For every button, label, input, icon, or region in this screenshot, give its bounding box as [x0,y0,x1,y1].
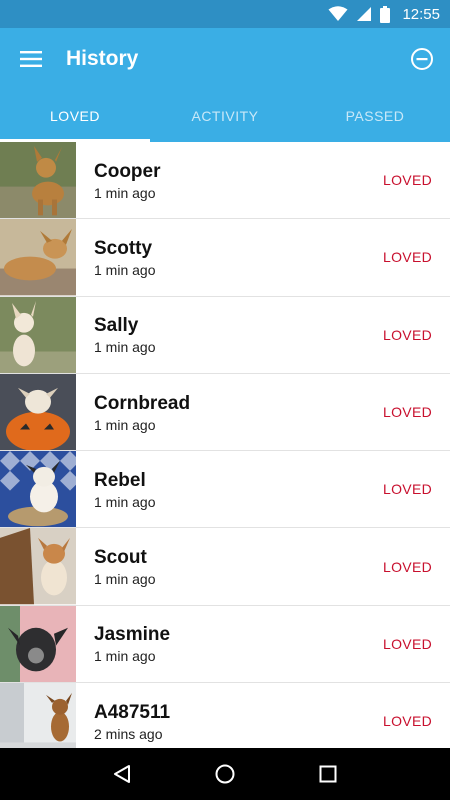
dog-photo [0,528,76,605]
status-label: LOVED [383,326,432,343]
status-label: LOVED [383,249,432,266]
status-label: LOVED [383,404,432,421]
menu-button[interactable] [0,28,62,90]
tab-loved[interactable]: LOVED [0,90,150,142]
remove-button[interactable] [397,28,447,90]
home-button[interactable] [205,754,245,794]
back-button[interactable] [102,754,142,794]
hamburger-menu-icon [20,51,42,67]
item-time: 1 min ago [94,416,156,433]
status-label: LOVED [383,635,432,652]
list-item[interactable]: Cornbread 1 min ago LOVED [0,373,450,452]
status-label: LOVED [383,713,432,730]
item-name: A487511 [94,701,171,723]
dog-photo [0,219,76,296]
item-time: 1 min ago [94,184,156,201]
item-name: Cooper [94,160,161,182]
tab-activity[interactable]: ACTIVITY [150,90,300,142]
recents-icon [319,765,337,783]
list-item[interactable]: Jasmine 1 min ago LOVED [0,605,450,684]
item-time: 1 min ago [94,493,156,510]
list-item[interactable]: Sally 1 min ago LOVED [0,296,450,374]
item-time: 1 min ago [94,571,156,588]
list-item[interactable]: Scout 1 min ago LOVED [0,528,450,606]
dog-photo [0,451,76,528]
list-item[interactable]: A487511 2 mins ago LOVED [0,683,450,748]
status-label: LOVED [383,558,432,575]
status-time: 12:55 [402,5,440,23]
item-time: 2 mins ago [94,725,163,742]
home-icon [215,764,235,784]
tab-bar: LOVED ACTIVITY PASSED [0,90,450,142]
item-time: 1 min ago [94,648,156,665]
item-time: 1 min ago [94,339,156,356]
recents-button[interactable] [308,754,348,794]
item-time: 1 min ago [94,261,156,278]
battery-icon [380,5,391,23]
app-bar: History [0,28,450,90]
item-name: Rebel [94,469,146,491]
item-name: Scotty [94,237,153,259]
dog-photo [0,605,76,683]
item-name: Sally [94,315,139,337]
dog-photo [0,296,76,373]
tab-passed[interactable]: PASSED [300,90,450,142]
list-item[interactable]: Scotty 1 min ago LOVED [0,219,450,297]
status-label: LOVED [383,172,432,189]
status-label: LOVED [383,481,432,498]
page-title: History [66,47,139,70]
dog-photo [0,142,76,219]
dog-photo [0,683,76,748]
remove-circle-icon [411,48,433,70]
signal-icon [357,7,372,21]
status-bar: 12:55 [0,0,450,28]
list-item[interactable]: Rebel 1 min ago LOVED [0,451,450,529]
item-name: Cornbread [94,392,191,414]
back-icon [113,765,130,783]
history-list: Cooper 1 min ago LOVED Scotty 1 min ago … [0,142,450,748]
item-name: Jasmine [94,624,171,646]
list-item[interactable]: Cooper 1 min ago LOVED [0,142,450,220]
item-name: Scout [94,547,147,569]
dog-photo [0,373,76,451]
system-nav-bar [0,748,450,800]
wifi-icon [328,6,348,21]
